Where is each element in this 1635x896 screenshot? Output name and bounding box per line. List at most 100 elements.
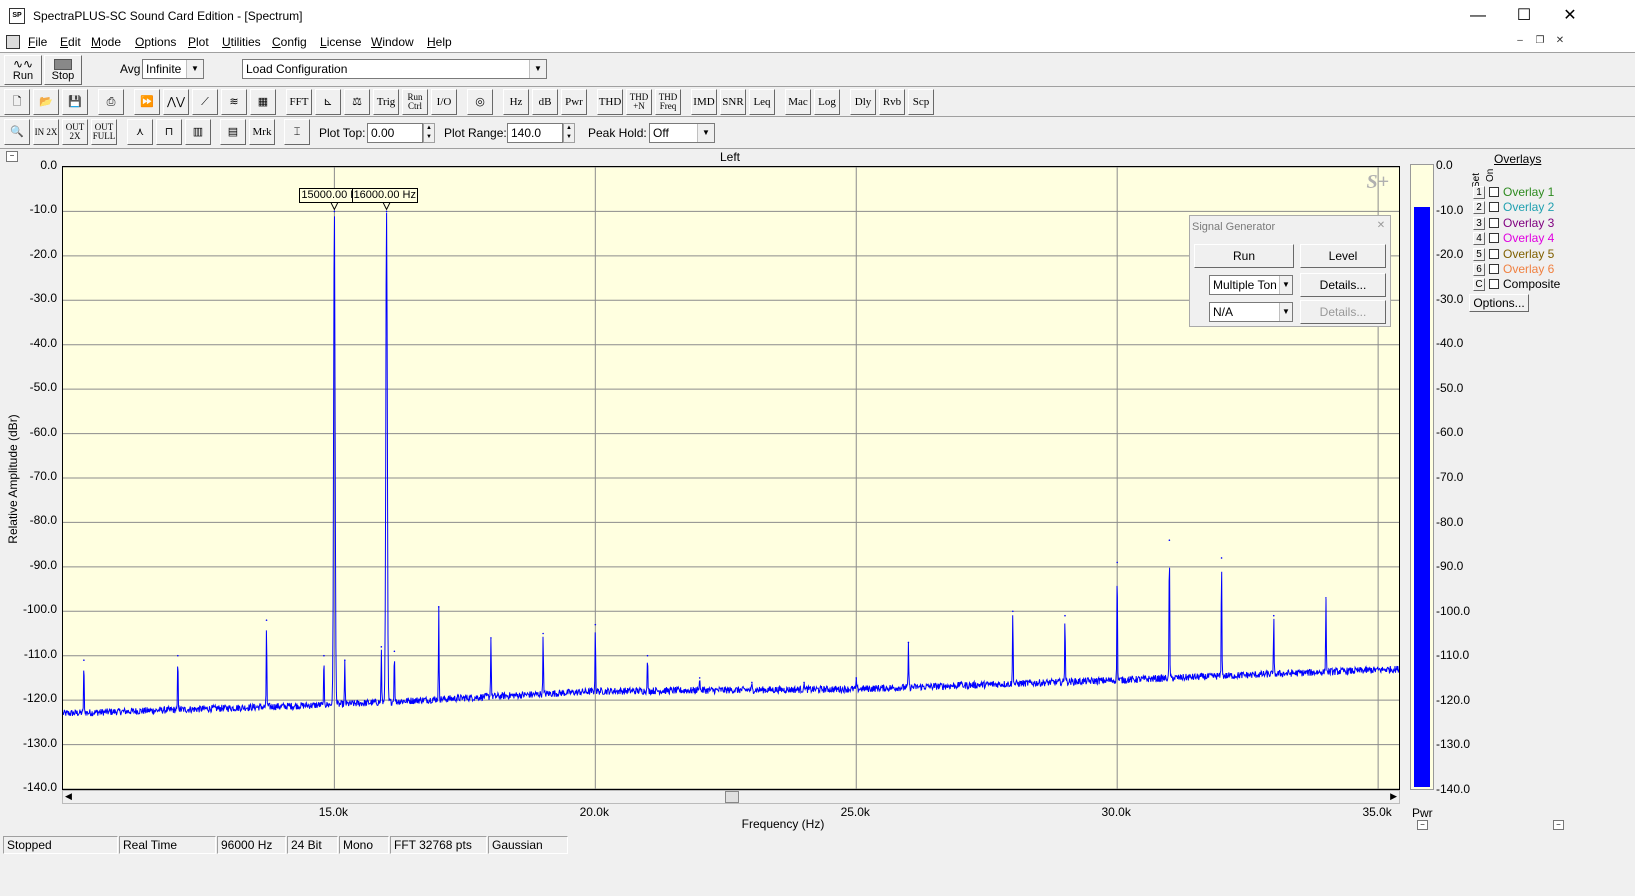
imd-button[interactable]: IMD — [691, 89, 717, 115]
scroll-thumb[interactable] — [725, 791, 739, 803]
overlay-on-checkbox[interactable] — [1489, 264, 1499, 274]
ramp-view-button[interactable]: ⟋ — [192, 89, 218, 115]
overlay-set-button[interactable]: 3 — [1473, 216, 1485, 230]
overlay-options-button[interactable]: Options... — [1469, 294, 1529, 312]
zoom-out-full-button[interactable]: OUT FULL — [91, 119, 117, 145]
plot-top-spinner[interactable]: ▲ ▼ — [423, 123, 435, 143]
generator-mode2-select[interactable]: N/A ▼ — [1209, 302, 1293, 322]
fast-forward-button[interactable]: ⏩ — [134, 89, 160, 115]
overlay-set-button[interactable]: 2 — [1473, 201, 1485, 215]
maximize-button[interactable]: ☐ — [1501, 0, 1547, 32]
menu-plot[interactable]: Plot — [188, 34, 209, 50]
overlay-set-button[interactable]: 1 — [1473, 186, 1485, 199]
macro-button[interactable]: Mac — [785, 89, 811, 115]
trigger-button[interactable]: Trig — [373, 89, 399, 115]
overlay-set-button[interactable]: 6 — [1473, 263, 1485, 276]
new-file-button[interactable]: 🗋 — [4, 89, 30, 115]
time-series-view-button[interactable]: ⋀⋁ — [163, 89, 189, 115]
zoom-button[interactable]: 🔍 — [4, 119, 30, 145]
signal-generator-close-button[interactable]: ✕ — [1374, 219, 1388, 233]
step-plot-button[interactable]: ⊓ — [156, 119, 182, 145]
menu-edit[interactable]: Edit — [60, 34, 81, 50]
close-button[interactable]: ✕ — [1547, 0, 1593, 32]
menu-file[interactable]: File — [28, 34, 47, 50]
scroll-right-arrow[interactable]: ▶ — [1390, 791, 1397, 802]
overlay-on-checkbox[interactable] — [1489, 279, 1499, 290]
avg-select[interactable]: Infinite ▼ — [142, 59, 204, 79]
minimize-button[interactable]: — — [1455, 0, 1501, 32]
menu-mode[interactable]: Mode — [91, 34, 121, 50]
fft-button[interactable]: FFT — [286, 89, 312, 115]
save-file-button[interactable]: 💾 — [62, 89, 88, 115]
peak-hold-select[interactable]: Off ▼ — [649, 123, 715, 143]
spectrogram-view-button[interactable]: ≋ — [221, 89, 247, 115]
3d-surface-view-button[interactable]: ▦ — [250, 89, 276, 115]
db-button[interactable]: dB — [532, 89, 558, 115]
signal-generator-button[interactable]: ◎ — [467, 89, 493, 115]
mdi-restore-button[interactable]: ❐ — [1532, 35, 1548, 49]
overlay-on-checkbox[interactable] — [1489, 202, 1499, 213]
generator-details-button[interactable]: Details... — [1300, 273, 1386, 297]
thd-button[interactable]: THD — [597, 89, 623, 115]
plot-range-input[interactable]: 140.0 — [507, 123, 563, 143]
overlay-collapse-button[interactable]: − — [1553, 820, 1564, 830]
reverb-button[interactable]: Rvb — [879, 89, 905, 115]
generator-run-button[interactable]: Run — [1194, 244, 1294, 268]
scale-button[interactable]: ⚖ — [344, 89, 370, 115]
menu-window[interactable]: Window — [371, 34, 414, 50]
overlay-on-checkbox[interactable] — [1489, 217, 1499, 228]
delay-button[interactable]: Dly — [850, 89, 876, 115]
plot-top-input[interactable]: 0.00 — [367, 123, 423, 143]
overlay-set-button[interactable]: 5 — [1473, 247, 1485, 261]
overlay-set-button[interactable]: 4 — [1473, 232, 1485, 246]
menu-label-rest: ile — [35, 35, 48, 49]
plot-range-spinner[interactable]: ▲ ▼ — [563, 123, 575, 143]
table-button[interactable]: ▤ — [220, 119, 246, 145]
zoom-in-2x-button[interactable]: IN 2X — [33, 119, 59, 145]
level-meter-collapse-button[interactable]: − — [1417, 820, 1428, 830]
avg-label: Avg — [120, 62, 141, 76]
leq-button[interactable]: Leq — [749, 89, 775, 115]
scope-button[interactable]: Scp — [908, 89, 934, 115]
run-button[interactable]: ∿∿ Run — [4, 55, 42, 85]
generator-details2-button[interactable]: Details... — [1300, 300, 1386, 324]
menu-help[interactable]: Help — [427, 34, 452, 50]
status-bit-depth: 24 Bit — [287, 836, 338, 854]
app-icon[interactable]: SP — [9, 8, 25, 24]
cursor-button[interactable]: ⌶ — [284, 119, 310, 145]
generator-level-button[interactable]: Level — [1300, 244, 1386, 268]
io-button[interactable]: I/O — [431, 89, 457, 115]
overlay-on-checkbox[interactable] — [1489, 233, 1499, 244]
overlay-on-checkbox[interactable] — [1489, 187, 1499, 197]
scroll-left-arrow[interactable]: ◀ — [65, 791, 72, 802]
hz-button[interactable]: Hz — [503, 89, 529, 115]
generator-mode-select[interactable]: Multiple Ton ▼ — [1209, 275, 1293, 295]
menu-options[interactable]: Options — [135, 34, 176, 50]
mdi-close-button[interactable]: ✕ — [1552, 35, 1568, 49]
frequency-marker-label[interactable]: 16000.00 Hz — [351, 188, 418, 203]
zoom-out-2x-button[interactable]: OUT 2X — [62, 119, 88, 145]
snr-button[interactable]: SNR — [720, 89, 746, 115]
open-file-button[interactable]: 📂 — [33, 89, 59, 115]
axis-button[interactable]: ⊾ — [315, 89, 341, 115]
marker-button[interactable]: Mrk — [249, 119, 275, 145]
configuration-select[interactable]: Load Configuration ▼ — [242, 59, 547, 79]
menu-license[interactable]: License — [320, 34, 361, 50]
power-button[interactable]: Pwr — [561, 89, 587, 115]
log-button[interactable]: Log — [814, 89, 840, 115]
overlay-set-button[interactable]: C — [1473, 278, 1485, 292]
print-button[interactable]: ⎙ — [98, 89, 124, 115]
menu-config[interactable]: Config — [272, 34, 307, 50]
overlay-on-checkbox[interactable] — [1489, 248, 1499, 259]
child-app-icon[interactable] — [6, 35, 20, 49]
x-scrollbar[interactable]: ◀ ▶ — [62, 790, 1400, 804]
line-plot-button[interactable]: ⋏ — [127, 119, 153, 145]
thd-n-button[interactable]: THD +N — [626, 89, 652, 115]
menu-utilities[interactable]: Utilities — [222, 34, 261, 50]
run-control-button[interactable]: Run Ctrl — [402, 89, 428, 115]
stop-button[interactable]: Stop — [44, 55, 82, 85]
mdi-minimize-button[interactable]: – — [1512, 35, 1528, 49]
bar-plot-button[interactable]: ▥ — [185, 119, 211, 145]
thd-freq-button[interactable]: THD Freq — [655, 89, 681, 115]
chevron-down-icon: ▼ — [1279, 303, 1292, 321]
